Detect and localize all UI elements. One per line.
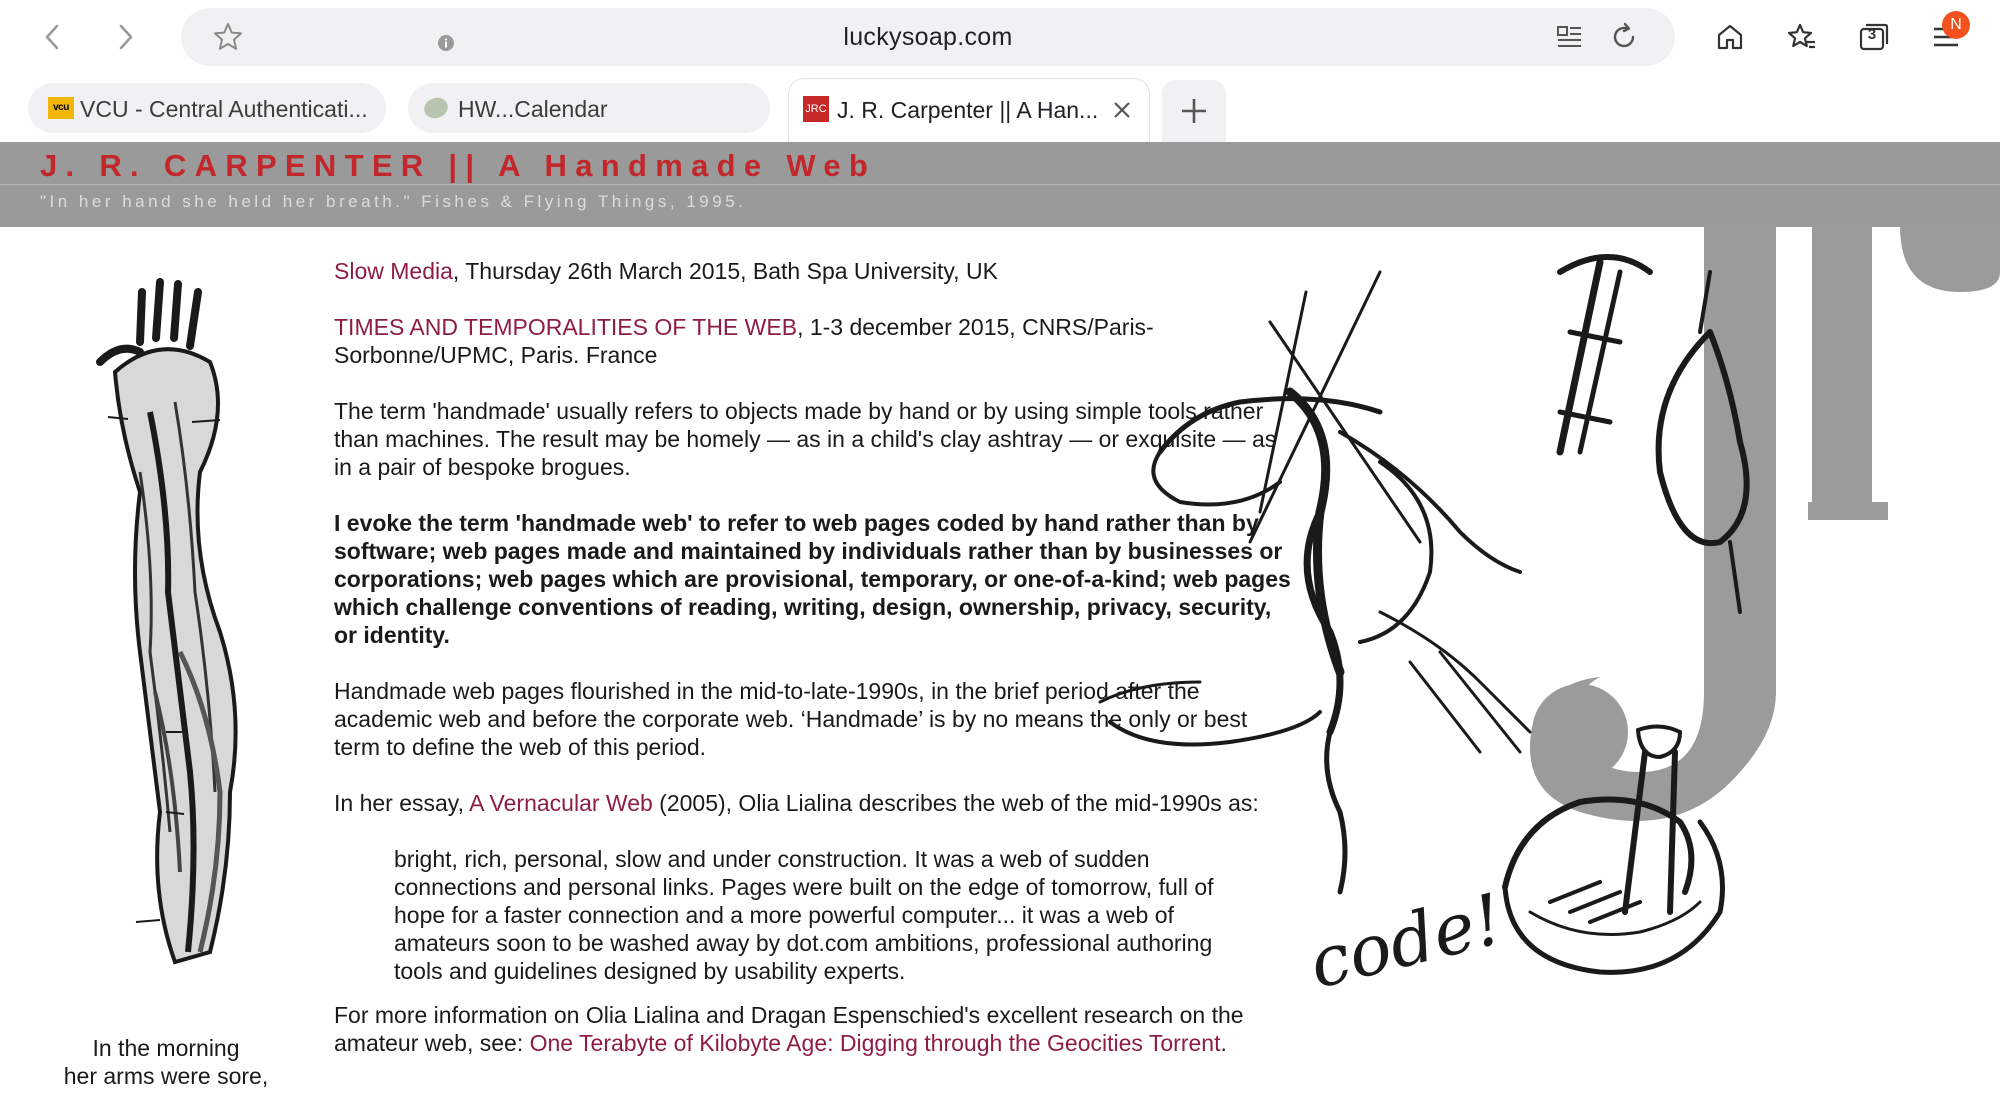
lialina-quote: bright, rich, personal, slow and under c… — [394, 846, 1214, 984]
browser-toolbar: luckysoap.com 3 N — [0, 0, 2000, 76]
home-icon — [1717, 24, 1743, 50]
chevron-left-icon — [45, 24, 59, 50]
web-page: J. R. CARPENTER || A Handmade Web "In he… — [0, 142, 2000, 1093]
header-divider — [0, 184, 2000, 185]
reader-mode-icon[interactable] — [1553, 21, 1585, 53]
vernacular-web-link[interactable]: A Vernacular Web — [469, 790, 653, 816]
url-text[interactable]: luckysoap.com — [181, 23, 1675, 52]
tab-hw-calendar[interactable]: HW...Calendar — [408, 83, 770, 133]
tab-count: 3 — [1867, 26, 1877, 43]
paragraph-history: Handmade web pages flourished in the mid… — [334, 678, 1248, 760]
address-bar[interactable]: luckysoap.com — [181, 8, 1675, 66]
paragraph-handmade-definition: The term 'handmade' usually refers to ob… — [334, 398, 1277, 480]
bookmarks-button[interactable] — [1775, 10, 1829, 64]
reload-icon[interactable] — [1607, 20, 1641, 54]
caption-line: her arms were sore, — [63, 1063, 269, 1089]
arm-caption: In the morning her arms were sore, — [40, 1034, 292, 1090]
tab-vcu[interactable]: vcu VCU - Central Authenticati... — [28, 83, 386, 133]
notification-badge[interactable]: N — [1942, 11, 1970, 39]
event-slow-media: Slow Media, Thursday 26th March 2015, Ba… — [334, 257, 1294, 285]
leaf-favicon-icon — [421, 94, 451, 122]
vcu-favicon: vcu — [48, 97, 74, 119]
text-fragment: . — [1220, 1030, 1227, 1056]
browser-window: luckysoap.com 3 N vcu VCU - Central Auth… — [0, 0, 2000, 1093]
forward-button[interactable] — [98, 10, 152, 64]
site-title[interactable]: J. R. CARPENTER || A Handmade Web — [40, 148, 876, 184]
text-fragment: (2005), Olia Lialina describes the web o… — [652, 790, 1259, 816]
home-button[interactable] — [1703, 10, 1757, 64]
plus-icon — [1182, 99, 1206, 123]
tab-title: J. R. Carpenter || A Han... — [837, 97, 1099, 123]
caption-line: In the morning — [92, 1035, 240, 1061]
site-tagline: "In her hand she held her breath." Fishe… — [40, 192, 747, 211]
times-temporalities-link[interactable]: TIMES AND TEMPORALITIES OF THE WEB — [334, 314, 797, 340]
star-list-icon — [1787, 23, 1815, 49]
chevron-right-icon — [119, 24, 133, 50]
tab-jr-carpenter[interactable]: JRC J. R. Carpenter || A Han... — [788, 78, 1150, 142]
anatomical-arm-illustration — [96, 278, 238, 965]
slow-media-link[interactable]: Slow Media — [334, 258, 453, 284]
paragraph-vernacular-web: In her essay, A Vernacular Web (2005), O… — [334, 789, 1294, 817]
geocities-torrent-link[interactable]: One Terabyte of Kilobyte Age: Digging th… — [530, 1030, 1221, 1056]
paragraph-handmade-web-definition: I evoke the term 'handmade web' to refer… — [334, 510, 1291, 648]
tab-title: HW...Calendar — [458, 96, 608, 122]
letter-j-graphic — [1530, 226, 2000, 821]
event-times-temporalities: TIMES AND TEMPORALITIES OF THE WEB, 1-3 … — [334, 313, 1294, 369]
close-tab-icon[interactable] — [1107, 95, 1137, 125]
new-tab-button[interactable] — [1162, 80, 1226, 142]
paragraph-more-info: For more information on Olia Lialina and… — [334, 1001, 1294, 1057]
text-fragment: In her essay, — [334, 790, 470, 816]
tab-strip: vcu VCU - Central Authenticati... HW...C… — [0, 76, 2000, 142]
tab-switcher-button[interactable]: 3 — [1847, 10, 1901, 64]
arm-sketch — [96, 278, 238, 965]
jrc-favicon: JRC — [803, 96, 829, 122]
tab-title: VCU - Central Authenticati... — [80, 96, 368, 122]
event-details: , Thursday 26th March 2015, Bath Spa Uni… — [452, 258, 998, 284]
main-content: Slow Media, Thursday 26th March 2015, Ba… — [334, 257, 1294, 1085]
back-button[interactable] — [26, 10, 80, 64]
handwritten-code-text: code! — [1301, 878, 1511, 1005]
